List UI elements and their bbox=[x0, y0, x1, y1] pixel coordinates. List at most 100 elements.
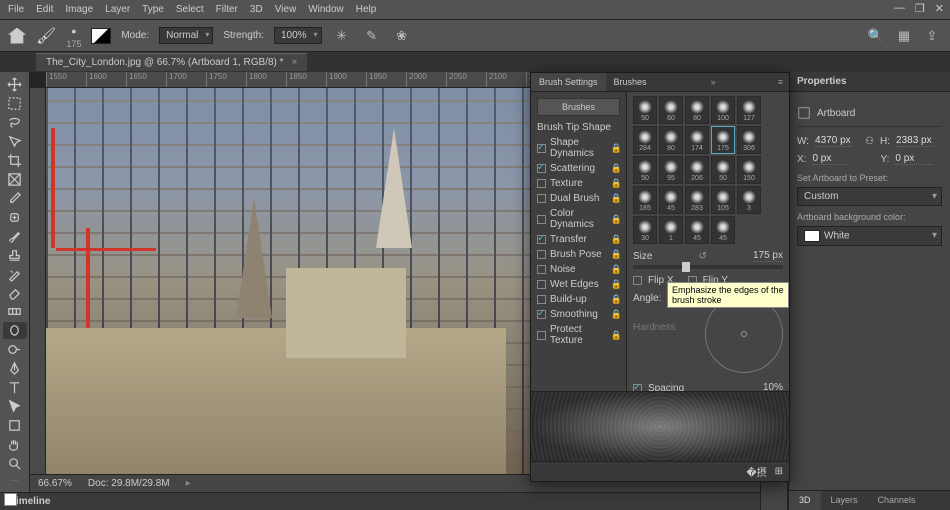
brush-thumb[interactable]: 45 bbox=[685, 216, 709, 244]
lock-icon[interactable]: 🔒 bbox=[611, 163, 622, 174]
checkbox[interactable] bbox=[537, 295, 546, 304]
lock-icon[interactable]: 🔒 bbox=[611, 193, 622, 204]
new-brush-icon[interactable]: ⊞ bbox=[775, 466, 783, 477]
artboard-y[interactable]: 0 px bbox=[895, 153, 933, 165]
path-select-tool[interactable] bbox=[3, 398, 27, 415]
checkbox[interactable] bbox=[537, 280, 546, 289]
stamp-tool[interactable] bbox=[3, 247, 27, 264]
menu-type[interactable]: Type bbox=[142, 4, 164, 15]
brush-option-scattering[interactable]: Scattering🔒 bbox=[531, 161, 626, 176]
brush-option-noise[interactable]: Noise🔒 bbox=[531, 262, 626, 277]
shape-tool[interactable] bbox=[3, 417, 27, 434]
brush-thumb[interactable]: 185 bbox=[633, 186, 657, 214]
crop-tool[interactable] bbox=[3, 152, 27, 169]
brush-option-shape-dynamics[interactable]: Shape Dynamics🔒 bbox=[531, 135, 626, 161]
close-icon[interactable]: ✕ bbox=[935, 2, 944, 15]
panel-expand-icon[interactable]: » bbox=[705, 73, 722, 91]
menu-file[interactable]: File bbox=[8, 4, 24, 15]
menu-view[interactable]: View bbox=[275, 4, 297, 15]
checkbox[interactable] bbox=[537, 144, 546, 153]
brush-thumb[interactable]: 105 bbox=[711, 186, 735, 214]
dodge-tool[interactable] bbox=[3, 341, 27, 358]
checkbox[interactable] bbox=[537, 265, 546, 274]
brush-thumb[interactable]: 50 bbox=[633, 156, 657, 184]
lasso-tool[interactable] bbox=[3, 114, 27, 131]
history-brush-tool[interactable] bbox=[3, 266, 27, 283]
brush-tool[interactable] bbox=[3, 228, 27, 245]
lock-icon[interactable]: 🔒 bbox=[611, 234, 622, 245]
restore-icon[interactable]: ❐ bbox=[915, 2, 925, 15]
brush-thumb[interactable]: 45 bbox=[659, 186, 683, 214]
zoom-level[interactable]: 66.67% bbox=[38, 478, 72, 489]
artboard-height[interactable]: 2383 px bbox=[896, 135, 934, 147]
tablet-pressure-icon[interactable]: ✎ bbox=[362, 26, 382, 46]
checkbox[interactable] bbox=[537, 164, 546, 173]
strength-dropdown[interactable]: 100% bbox=[274, 27, 322, 44]
brush-thumb[interactable]: 284 bbox=[633, 126, 657, 154]
smudge-tool[interactable] bbox=[3, 322, 27, 339]
menu-edit[interactable]: Edit bbox=[36, 4, 53, 15]
brush-thumb[interactable]: 95 bbox=[659, 156, 683, 184]
brush-thumb[interactable]: 150 bbox=[737, 156, 761, 184]
lock-icon[interactable]: 🔒 bbox=[611, 143, 622, 154]
tab-channels[interactable]: Channels bbox=[868, 491, 926, 510]
brush-thumb[interactable]: 50 bbox=[711, 156, 735, 184]
eraser-tool[interactable] bbox=[3, 284, 27, 301]
brush-thumb[interactable]: 174 bbox=[685, 126, 709, 154]
healing-tool[interactable] bbox=[3, 209, 27, 226]
flipx-checkbox[interactable] bbox=[633, 276, 642, 285]
checkbox[interactable] bbox=[537, 331, 546, 340]
hand-tool[interactable] bbox=[3, 436, 27, 453]
artboard-x[interactable]: 0 px bbox=[812, 153, 850, 165]
search-icon[interactable]: 🔍 bbox=[866, 26, 886, 46]
lock-icon[interactable]: 🔒 bbox=[611, 214, 622, 225]
brush-thumb[interactable]: 80 bbox=[685, 96, 709, 124]
brush-preset-picker[interactable]: • 175 bbox=[66, 23, 81, 49]
toggle-preview-icon[interactable]: �摂 bbox=[746, 464, 766, 479]
bg-dropdown[interactable]: White bbox=[797, 226, 942, 246]
doc-size[interactable]: Doc: 29.8M/29.8M bbox=[88, 478, 170, 489]
brush-tip-shape[interactable]: Brush Tip Shape bbox=[531, 120, 626, 135]
lock-icon[interactable]: 🔒 bbox=[611, 178, 622, 189]
brush-option-texture[interactable]: Texture🔒 bbox=[531, 176, 626, 191]
lock-icon[interactable]: 🔒 bbox=[611, 264, 622, 275]
lock-icon[interactable]: 🔒 bbox=[611, 249, 622, 260]
move-tool[interactable] bbox=[3, 76, 27, 93]
brush-thumb[interactable]: 60 bbox=[659, 96, 683, 124]
checkbox[interactable] bbox=[537, 250, 546, 259]
lock-icon[interactable]: 🔒 bbox=[611, 330, 622, 341]
eyedropper-tool[interactable] bbox=[3, 190, 27, 207]
quick-select-tool[interactable] bbox=[3, 133, 27, 150]
brush-option-wet-edges[interactable]: Wet Edges🔒 bbox=[531, 277, 626, 292]
minimize-icon[interactable]: — bbox=[894, 2, 905, 15]
reset-size-icon[interactable]: ↺ bbox=[699, 251, 707, 262]
brush-thumb[interactable]: 306 bbox=[737, 126, 761, 154]
marquee-tool[interactable] bbox=[3, 95, 27, 112]
checkbox[interactable] bbox=[537, 179, 546, 188]
brush-thumb[interactable]: 3 bbox=[737, 186, 761, 214]
brush-thumb[interactable]: 50 bbox=[633, 96, 657, 124]
brush-thumb[interactable]: 283 bbox=[685, 186, 709, 214]
brush-thumb[interactable]: 45 bbox=[711, 216, 735, 244]
brush-thumb[interactable]: 175 bbox=[711, 126, 735, 154]
symmetry-icon[interactable]: ❀ bbox=[392, 26, 412, 46]
mode-dropdown[interactable]: Normal bbox=[159, 27, 213, 44]
tab-3d[interactable]: 3D bbox=[789, 491, 821, 510]
brush-option-brush-pose[interactable]: Brush Pose🔒 bbox=[531, 247, 626, 262]
lock-icon[interactable]: 🔒 bbox=[611, 279, 622, 290]
brush-thumb[interactable]: 206 bbox=[685, 156, 709, 184]
brush-thumb[interactable]: 100 bbox=[711, 96, 735, 124]
checkbox[interactable] bbox=[537, 235, 546, 244]
gradient-tool[interactable] bbox=[3, 303, 27, 320]
type-tool[interactable] bbox=[3, 379, 27, 396]
brushes-button[interactable]: Brushes bbox=[537, 98, 620, 116]
tool-preset-icon[interactable]: 🖌 bbox=[36, 26, 56, 46]
checkbox[interactable] bbox=[537, 310, 546, 319]
size-slider[interactable] bbox=[633, 265, 783, 269]
brush-thumb[interactable]: 80 bbox=[659, 126, 683, 154]
brush-thumb[interactable]: 30 bbox=[633, 216, 657, 244]
tab-close-icon[interactable]: × bbox=[292, 57, 298, 68]
menu-help[interactable]: Help bbox=[356, 4, 377, 15]
frame-tool[interactable] bbox=[3, 171, 27, 188]
menu-select[interactable]: Select bbox=[176, 4, 204, 15]
